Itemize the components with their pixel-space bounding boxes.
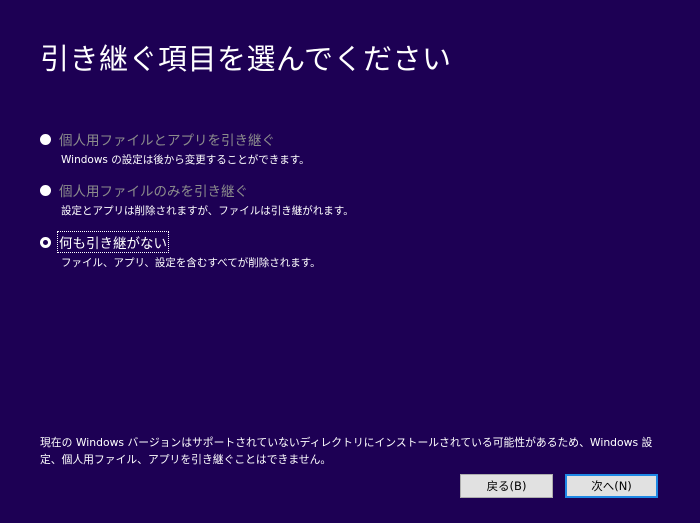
radio-keep-nothing[interactable] (40, 236, 51, 248)
option-description: ファイル、アプリ、設定を含むすべてが削除されます。 (61, 257, 321, 269)
option-keep-files-only: 個人用ファイルのみを引き継ぐ 設定とアプリは削除されますが、ファイルは引き継がれ… (40, 181, 354, 218)
option-label: 個人用ファイルのみを引き継ぐ (59, 184, 248, 200)
page-title: 引き継ぐ項目を選んでください (40, 42, 452, 76)
option-keep-files-and-apps: 個人用ファイルとアプリを引き継ぐ Windows の設定は後から変更することがで… (40, 130, 310, 167)
option-keep-nothing[interactable]: 何も引き継がない ファイル、アプリ、設定を含むすべてが削除されます。 (40, 231, 321, 270)
compatibility-note: 現在の Windows バージョンはサポートされていないディレクトリにインストー… (40, 436, 653, 466)
option-label[interactable]: 何も引き継がない (57, 231, 169, 253)
back-button[interactable]: 戻る(B) (460, 474, 553, 498)
radio-keep-files-only (40, 184, 51, 196)
option-description: Windows の設定は後から変更することができます。 (61, 154, 310, 166)
radio-keep-files-and-apps (40, 133, 51, 145)
option-description: 設定とアプリは削除されますが、ファイルは引き継がれます。 (61, 205, 354, 217)
next-button[interactable]: 次へ(N) (565, 474, 658, 498)
option-label: 個人用ファイルとアプリを引き継ぐ (59, 133, 275, 149)
